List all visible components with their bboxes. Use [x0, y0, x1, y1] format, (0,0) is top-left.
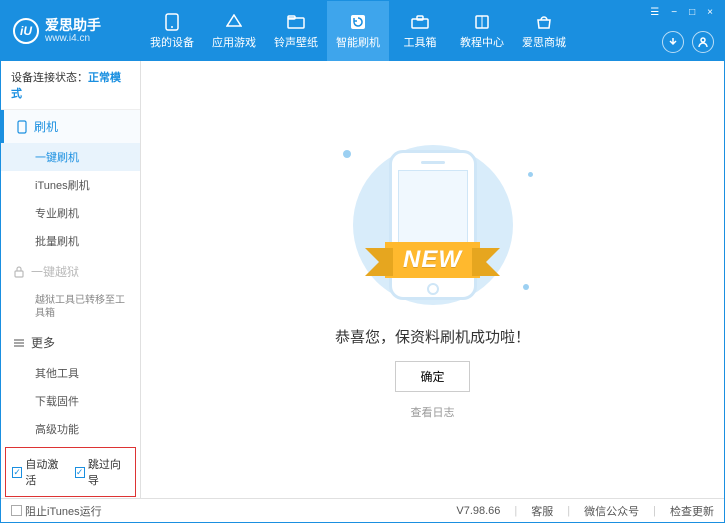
nav-ringtones[interactable]: 铃声壁纸: [265, 1, 327, 61]
list-icon: [13, 337, 25, 349]
sidebar-item-other[interactable]: 其他工具: [1, 359, 140, 387]
section-title: 刷机: [34, 118, 58, 135]
sidebar-item-itunes[interactable]: iTunes刷机: [1, 171, 140, 199]
nav-flash[interactable]: 智能刷机: [327, 1, 389, 61]
ribbon-text: NEW: [385, 242, 480, 278]
dot-icon: [343, 150, 351, 158]
folder-icon: [287, 13, 305, 31]
phone-icon: [163, 13, 181, 31]
shop-icon: [535, 13, 553, 31]
checkbox-label: 阻止iTunes运行: [25, 503, 102, 519]
lock-icon: [13, 266, 25, 278]
maximize-button[interactable]: □: [686, 5, 698, 20]
logo-icon: iU: [13, 18, 39, 44]
version-text: V7.98.66: [456, 505, 500, 517]
new-ribbon: NEW: [385, 242, 480, 278]
header-actions: [662, 31, 714, 53]
download-button[interactable]: [662, 31, 684, 53]
sidebar-item-pro[interactable]: 专业刷机: [1, 199, 140, 227]
checkbox-block-itunes[interactable]: 阻止iTunes运行: [11, 503, 102, 519]
jailbreak-note: 越狱工具已转移至工具箱: [1, 288, 140, 326]
phone-icon: [16, 121, 28, 133]
checkbox-auto-activate[interactable]: ✓ 自动激活: [12, 456, 67, 488]
view-log-link[interactable]: 查看日志: [411, 404, 455, 420]
section-jailbreak: 一键越狱 越狱工具已转移至工具箱: [1, 255, 140, 326]
close-button[interactable]: ×: [704, 5, 716, 20]
check-icon: ✓: [12, 467, 22, 478]
account-button[interactable]: [692, 31, 714, 53]
brand: iU 爱思助手 www.i4.cn: [1, 18, 141, 44]
nav-my-device[interactable]: 我的设备: [141, 1, 203, 61]
nav-label: 我的设备: [150, 34, 194, 50]
nav-shop[interactable]: 爱思商城: [513, 1, 575, 61]
connection-status: 设备连接状态：正常模式: [1, 61, 140, 110]
refresh-icon: [349, 13, 367, 31]
section-flash-header[interactable]: 刷机: [1, 110, 140, 143]
dot-icon: [523, 284, 529, 290]
section-more: 更多 其他工具 下载固件 高级功能: [1, 326, 140, 443]
minimize-button[interactable]: −: [668, 5, 680, 20]
book-icon: [473, 13, 491, 31]
section-flash: 刷机 一键刷机 iTunes刷机 专业刷机 批量刷机: [1, 110, 140, 255]
section-title: 一键越狱: [31, 263, 79, 280]
apps-icon: [225, 13, 243, 31]
checkbox-label: 自动激活: [25, 456, 66, 488]
top-nav: 我的设备 应用游戏 铃声壁纸 智能刷机 工具箱 教程中心: [141, 1, 575, 61]
nav-label: 应用游戏: [212, 34, 256, 50]
nav-label: 爱思商城: [522, 34, 566, 50]
status-label: 设备连接状态：: [11, 72, 88, 84]
window-controls: ☰ − □ ×: [647, 5, 716, 20]
brand-name: 爱思助手: [45, 18, 101, 33]
nav-label: 铃声壁纸: [274, 34, 318, 50]
toolbox-icon: [411, 13, 429, 31]
section-more-header[interactable]: 更多: [1, 326, 140, 359]
main-content: NEW 恭喜您，保资料刷机成功啦！ 确定 查看日志: [141, 61, 724, 498]
options-highlight: ✓ 自动激活 ✓ 跳过向导: [5, 447, 136, 497]
sidebar-item-oneclick[interactable]: 一键刷机: [1, 143, 140, 171]
support-link[interactable]: 客服: [531, 503, 553, 519]
nav-toolbox[interactable]: 工具箱: [389, 1, 451, 61]
sidebar-item-batch[interactable]: 批量刷机: [1, 227, 140, 255]
nav-apps[interactable]: 应用游戏: [203, 1, 265, 61]
dot-icon: [528, 172, 533, 177]
brand-site: www.i4.cn: [45, 33, 101, 44]
success-message: 恭喜您，保资料刷机成功啦！: [335, 326, 530, 347]
sidebar-item-download[interactable]: 下载固件: [1, 387, 140, 415]
nav-tutorial[interactable]: 教程中心: [451, 1, 513, 61]
sidebar: 设备连接状态：正常模式 刷机 一键刷机 iTunes刷机 专业刷机 批量刷机 一…: [1, 61, 141, 498]
section-jailbreak-header[interactable]: 一键越狱: [1, 255, 140, 288]
nav-label: 智能刷机: [336, 34, 380, 50]
app-window: iU 爱思助手 www.i4.cn 我的设备 应用游戏 铃声壁纸 智能刷机: [0, 0, 725, 523]
check-icon: ✓: [75, 467, 85, 478]
sidebar-item-advanced[interactable]: 高级功能: [1, 415, 140, 443]
separator: |: [567, 505, 570, 517]
checkbox-skip-guide[interactable]: ✓ 跳过向导: [75, 456, 130, 488]
footer-right: V7.98.66 | 客服 | 微信公众号 | 检查更新: [456, 503, 714, 519]
nav-label: 工具箱: [404, 34, 437, 50]
checkbox-label: 跳过向导: [88, 456, 129, 488]
menu-button[interactable]: ☰: [647, 5, 662, 20]
title-bar: iU 爱思助手 www.i4.cn 我的设备 应用游戏 铃声壁纸 智能刷机: [1, 1, 724, 61]
nav-label: 教程中心: [460, 34, 504, 50]
checkbox-icon: [11, 505, 22, 516]
update-link[interactable]: 检查更新: [670, 503, 714, 519]
separator: |: [653, 505, 656, 517]
body: 设备连接状态：正常模式 刷机 一键刷机 iTunes刷机 专业刷机 批量刷机 一…: [1, 61, 724, 498]
wechat-link[interactable]: 微信公众号: [584, 503, 639, 519]
section-title: 更多: [31, 334, 55, 351]
illustration: NEW: [333, 140, 533, 310]
confirm-button[interactable]: 确定: [395, 361, 469, 392]
separator: |: [514, 505, 517, 517]
status-bar: 阻止iTunes运行 V7.98.66 | 客服 | 微信公众号 | 检查更新: [1, 498, 724, 522]
